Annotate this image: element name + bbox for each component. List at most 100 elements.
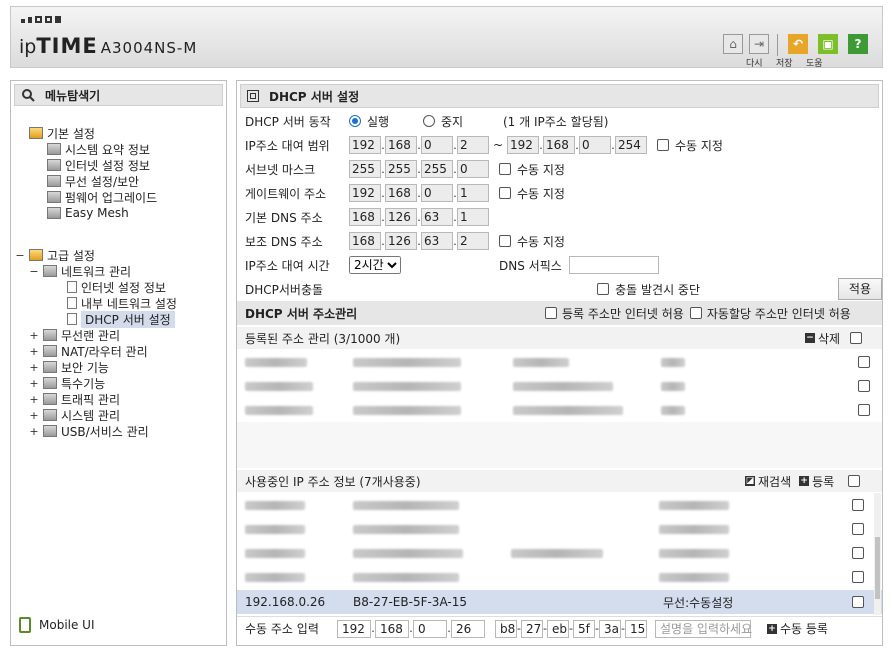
apply-button[interactable]: 적용 (837, 278, 882, 300)
tree-security[interactable]: + 보안 기능 (29, 359, 109, 375)
dns1-octet3[interactable]: 63 (421, 208, 453, 226)
dns2-octet2[interactable]: 126 (385, 232, 417, 250)
range-end-octet1[interactable]: 192 (507, 136, 539, 154)
collapse-icon[interactable]: − (29, 265, 39, 278)
subnet-octet1[interactable]: 255 (349, 160, 381, 178)
expand-icon[interactable]: + (29, 329, 39, 342)
dns2-octet3[interactable]: 63 (421, 232, 453, 250)
rescan-button[interactable]: ◪ 재검색 (745, 473, 791, 490)
conflict-stop-checkbox[interactable] (597, 283, 610, 295)
range-start-octet2[interactable]: 168 (385, 136, 417, 154)
dns-suffix-input[interactable] (569, 256, 659, 274)
manual-register-button[interactable]: + 수동 등록 (767, 620, 828, 637)
help-button[interactable]: ? 도움 (806, 34, 870, 69)
subnet-octet2[interactable]: 255 (385, 160, 417, 178)
tree-nat-router[interactable]: + NAT/라우터 관리 (29, 343, 147, 359)
expand-icon[interactable]: + (29, 425, 39, 438)
row-checkbox[interactable] (858, 404, 870, 416)
range-end-octet3[interactable]: 0 (579, 136, 611, 154)
manual-ip-octet3[interactable]: 0 (413, 619, 447, 638)
delete-button[interactable]: − 삭제 (805, 330, 840, 347)
dns2-octet1[interactable]: 168 (349, 232, 381, 250)
stop-radio[interactable] (423, 115, 435, 127)
tree-item-firmware[interactable]: 펌웨어 업그레이드 (47, 189, 157, 205)
tree-system[interactable]: + 시스템 관리 (29, 407, 120, 423)
row-checkbox[interactable] (852, 547, 864, 559)
range-end-octet4[interactable]: 254 (615, 136, 647, 154)
dns2-manual-checkbox[interactable] (499, 235, 511, 247)
description-input[interactable]: 설명을 입력하세요 (655, 619, 752, 638)
row-checkbox[interactable] (858, 356, 870, 368)
row-checkbox[interactable] (858, 380, 870, 392)
manual-mac-2[interactable]: 27 (521, 619, 543, 638)
manual-mac-3[interactable]: eb (547, 619, 569, 638)
magnifier-icon (21, 88, 35, 102)
auto-only-checkbox[interactable] (689, 307, 702, 319)
tree-item-internet-settings[interactable]: 인터넷 설정 정보 (67, 279, 166, 295)
manual-ip-octet4[interactable]: 26 (451, 619, 485, 638)
table-row-highlighted[interactable]: 192.168.0.26 B8-27-EB-5F-3A-15 무선:수동설정 (237, 590, 882, 614)
tree-item-wireless[interactable]: 무선 설정/보안 (47, 173, 139, 189)
collapse-icon[interactable]: − (15, 249, 25, 262)
dns2-octet4[interactable]: 2 (457, 232, 489, 250)
row-checkbox[interactable] (852, 523, 864, 535)
subnet-octet3[interactable]: 255 (421, 160, 453, 178)
tree-special[interactable]: + 특수기능 (29, 375, 105, 391)
special-icon (43, 377, 57, 389)
dns1-octet4[interactable]: 1 (457, 208, 489, 226)
gateway-manual-checkbox[interactable] (499, 187, 511, 199)
gateway-octet4[interactable]: 1 (457, 184, 489, 202)
gateway-octet1[interactable]: 192 (349, 184, 381, 202)
logout-icon[interactable]: ⇥ (749, 34, 769, 54)
range-start-octet1[interactable]: 192 (349, 136, 381, 154)
tree-network-mgmt[interactable]: − 네트워크 관리 (29, 263, 131, 279)
manual-ip-octet2[interactable]: 168 (375, 619, 409, 638)
manual-mac-6[interactable]: 15 (625, 619, 647, 638)
dns1-octet2[interactable]: 126 (385, 208, 417, 226)
row-checkbox[interactable] (852, 499, 864, 511)
inuse-select-all-checkbox[interactable] (848, 475, 861, 487)
home-icon[interactable]: ⌂ (723, 34, 743, 54)
gateway-octet3[interactable]: 0 (421, 184, 453, 202)
expand-icon[interactable]: + (29, 361, 39, 374)
expand-icon[interactable]: + (29, 377, 39, 390)
tree-item-system-summary[interactable]: 시스템 요약 정보 (47, 141, 150, 157)
header-divider (777, 34, 778, 56)
scrollbar-thumb[interactable] (875, 537, 880, 599)
mobile-ui-link[interactable]: Mobile UI (19, 617, 95, 633)
register-button[interactable]: + 등록 (799, 473, 834, 490)
lease-select[interactable]: 2시간 (349, 256, 401, 274)
manual-mac-5[interactable]: 3a (599, 619, 621, 638)
auto-only-label: 자동할당 주소만 인터넷 허용 (706, 306, 851, 321)
tree-wireless-mgmt[interactable]: + 무선랜 관리 (29, 327, 120, 343)
expand-icon[interactable]: + (29, 345, 39, 358)
expand-icon[interactable]: + (29, 393, 39, 406)
tree-advanced-settings[interactable]: − 고급 설정 (15, 247, 95, 263)
gateway-octet2[interactable]: 168 (385, 184, 417, 202)
manual-mac-4[interactable]: 5f (573, 619, 595, 638)
registered-only-checkbox[interactable] (545, 307, 557, 319)
row-checkbox[interactable] (852, 596, 864, 608)
registered-select-all-checkbox[interactable] (850, 332, 863, 344)
row-checkbox[interactable] (852, 571, 864, 583)
tree-item-easymesh[interactable]: Easy Mesh (47, 205, 129, 221)
range-manual-checkbox[interactable] (657, 139, 669, 151)
tree-item-dhcp[interactable]: DHCP 서버 설정 (67, 310, 175, 328)
subnet-octet4[interactable]: 0 (457, 160, 489, 178)
range-end-octet2[interactable]: 168 (543, 136, 575, 154)
manual-ip-octet1[interactable]: 192 (337, 619, 371, 638)
tree-item-internet-info[interactable]: 인터넷 설정 정보 (47, 157, 150, 173)
tree-traffic[interactable]: + 트래픽 관리 (29, 391, 120, 407)
tree-basic-settings[interactable]: 기본 설정 (29, 125, 95, 141)
dns1-octet1[interactable]: 168 (349, 208, 381, 226)
inuse-scrollbar[interactable] (874, 493, 881, 615)
manual-mac-1[interactable]: b8 (495, 619, 517, 638)
range-start-octet3[interactable]: 0 (421, 136, 453, 154)
expand-icon[interactable]: + (29, 409, 39, 422)
conflict-stop-label: 충돌 발견시 중단 (615, 282, 701, 297)
tree-item-internal-network[interactable]: 내부 네트워크 설정 (67, 295, 177, 311)
range-start-octet4[interactable]: 2 (457, 136, 489, 154)
subnet-manual-checkbox[interactable] (499, 163, 511, 175)
tree-usb[interactable]: + USB/서비스 관리 (29, 423, 148, 439)
run-radio[interactable] (349, 115, 361, 127)
